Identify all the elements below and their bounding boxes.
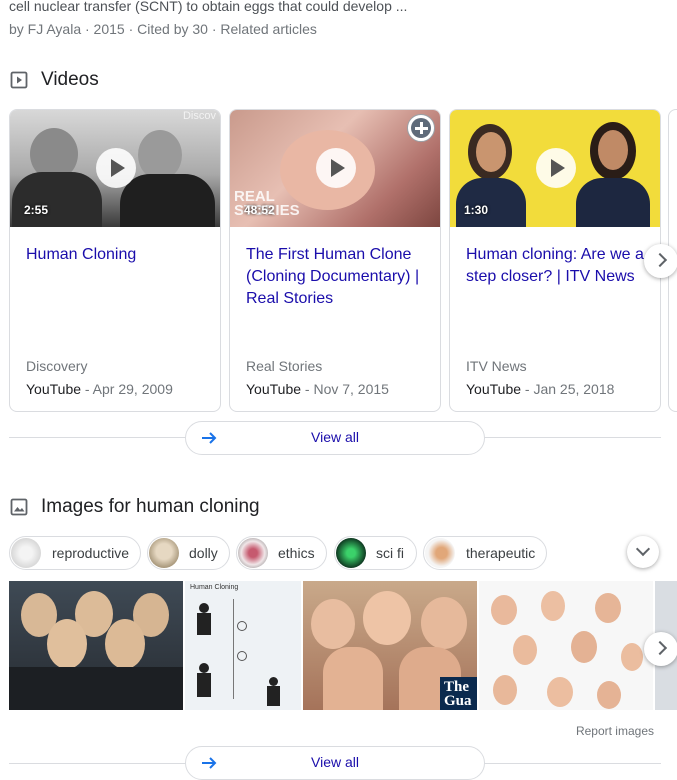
images-next-button[interactable] — [644, 632, 677, 666]
chip-sci-fi[interactable]: sci fi — [334, 536, 417, 570]
chip-reproductive[interactable]: reproductive — [9, 536, 141, 570]
video-card[interactable]: 1:30 Human cloning: Are we a step closer… — [449, 109, 661, 412]
play-icon[interactable] — [316, 148, 356, 188]
video-source: Real Stories — [246, 358, 323, 374]
video-date: - Apr 29, 2009 — [84, 381, 173, 397]
chip-label: dolly — [189, 545, 218, 561]
images-view-all-button[interactable]: View all — [185, 746, 485, 780]
video-thumbnail[interactable]: REAL STORIES 48:52 — [230, 110, 440, 227]
video-source: ITV News — [466, 358, 527, 374]
video-title[interactable]: Human cloning: Are we a step closer? | I… — [466, 244, 646, 288]
image-section-icon — [10, 498, 28, 521]
image-result[interactable]: The Gua — [303, 581, 477, 710]
video-date: - Nov 7, 2015 — [304, 381, 389, 397]
video-platform: YouTube — [246, 381, 302, 397]
view-all-label: View all — [311, 754, 359, 770]
chip-label: ethics — [278, 545, 315, 561]
video-card[interactable]: Discov 2:55 Human Cloning Discovery YouT… — [9, 109, 221, 412]
chip-dolly[interactable]: dolly — [147, 536, 230, 570]
chevron-right-icon — [652, 640, 668, 656]
chip-thumbnail — [238, 538, 268, 568]
chip-therapeutic[interactable]: therapeutic — [423, 536, 547, 570]
result-citation: by FJ Ayala · 2015 · Cited by 30 · Relat… — [9, 21, 317, 37]
video-duration: 1:30 — [464, 203, 489, 217]
images-heading: Images for human cloning — [41, 496, 260, 517]
video-platform: YouTube — [26, 381, 82, 397]
chip-label: sci fi — [376, 545, 404, 561]
image-result[interactable] — [9, 581, 183, 710]
video-date: - Jan 25, 2018 — [524, 381, 615, 397]
guardian-logo: The Gua — [440, 677, 477, 710]
videos-heading: Videos — [41, 69, 99, 90]
video-platform: YouTube — [466, 381, 522, 397]
video-meta: YouTube - Apr 29, 2009 — [26, 381, 173, 397]
image-result[interactable] — [479, 581, 653, 710]
chip-thumbnail — [149, 538, 179, 568]
video-source: Discovery — [26, 358, 88, 374]
report-images-link[interactable]: Report images — [576, 724, 654, 738]
video-title[interactable]: The First Human Clone (Cloning Documenta… — [246, 244, 426, 310]
videos-view-all-button[interactable]: View all — [185, 421, 485, 455]
video-title[interactable]: Human Cloning — [26, 244, 206, 266]
play-icon[interactable] — [536, 148, 576, 188]
chevron-right-icon — [652, 252, 668, 268]
chip-thumbnail — [11, 538, 41, 568]
video-meta: YouTube - Jan 25, 2018 — [466, 381, 614, 397]
video-duration: 2:55 — [24, 203, 49, 217]
image-result[interactable]: Human Cloning — [185, 581, 301, 710]
chip-label: reproductive — [52, 545, 130, 561]
watermark: Discov — [182, 110, 216, 122]
video-meta: YouTube - Nov 7, 2015 — [246, 381, 389, 397]
video-thumbnail[interactable]: 1:30 — [450, 110, 660, 227]
video-thumbnail[interactable]: Discov 2:55 — [10, 110, 220, 227]
diagram-title: Human Cloning — [190, 584, 239, 591]
add-to-list-icon[interactable] — [407, 114, 435, 142]
play-icon[interactable] — [96, 148, 136, 188]
chip-label: therapeutic — [466, 545, 536, 561]
chips-expand-button[interactable] — [627, 536, 659, 568]
video-card[interactable]: REAL STORIES 48:52 The First Human Clone… — [229, 109, 441, 412]
chevron-down-icon — [635, 541, 651, 557]
video-duration: 48:52 — [244, 203, 275, 217]
videos-next-button[interactable] — [644, 244, 677, 278]
chip-thumbnail — [336, 538, 366, 568]
chip-thumbnail — [425, 538, 455, 568]
chip-ethics[interactable]: ethics — [236, 536, 327, 570]
view-all-label: View all — [311, 429, 359, 445]
video-section-icon — [10, 71, 28, 94]
result-snippet: cell nuclear transfer (SCNT) to obtain e… — [9, 0, 408, 14]
